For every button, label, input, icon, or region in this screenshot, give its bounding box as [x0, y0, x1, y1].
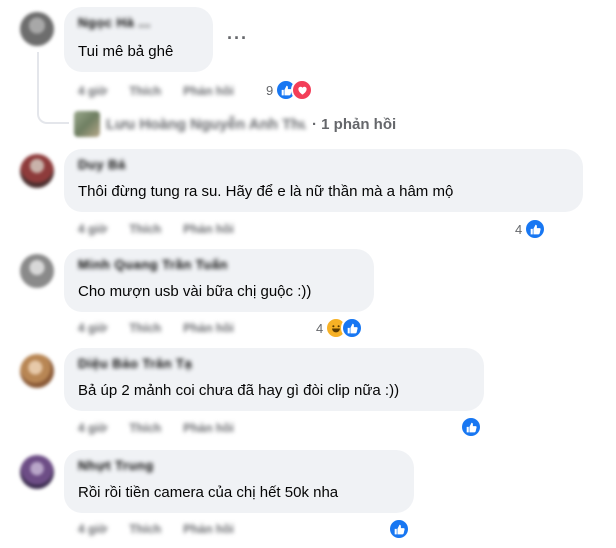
- comment-text: Cho mượn usb vài bữa chị guộc :)): [78, 283, 312, 300]
- comment-text: Rồi rồi tiền camera của chị hết 50k nha: [78, 484, 339, 501]
- avatar[interactable]: [20, 354, 54, 388]
- like-reaction-icon: [341, 317, 364, 339]
- reply-button[interactable]: Phản hồi: [183, 222, 234, 236]
- reply-button[interactable]: Phản hồi: [183, 421, 234, 435]
- like-button[interactable]: Thích: [129, 222, 161, 236]
- comment-actions: 4 giờ Thích Phản hồi: [78, 222, 234, 236]
- avatar[interactable]: [20, 455, 54, 489]
- comment-actions: 4 giờ Thích Phản hồi: [78, 522, 234, 536]
- comment-bubble: Minh Quang Trần Tuấn Cho mượn usb vài bữ…: [64, 249, 374, 312]
- reply-summary[interactable]: Lưu Hoàng Nguyễn Anh Thư · 1 phản hồi: [106, 116, 396, 133]
- reaction-summary[interactable]: [460, 416, 482, 438]
- comment-author[interactable]: Diệu Bảo Trân Tạ: [78, 356, 192, 371]
- reply-button[interactable]: Phản hồi: [183, 84, 234, 98]
- avatar[interactable]: [20, 12, 54, 46]
- comment-timestamp[interactable]: 4 giờ: [78, 84, 107, 98]
- comment-bubble: Ngọc Hà ... Tui mê bả ghê: [64, 7, 213, 72]
- comment-timestamp[interactable]: 4 giờ: [78, 222, 107, 236]
- comment-actions: 4 giờ Thích Phản hồi: [78, 321, 234, 335]
- like-button[interactable]: Thích: [129, 84, 161, 98]
- comment-author[interactable]: Minh Quang Trần Tuấn: [78, 257, 228, 272]
- like-button[interactable]: Thích: [129, 522, 161, 536]
- reply-thread-line: [37, 52, 69, 124]
- reaction-summary[interactable]: 4: [316, 317, 364, 339]
- comment-author[interactable]: Duy Bá: [78, 157, 126, 172]
- like-reaction-icon: [524, 218, 547, 240]
- comment-timestamp[interactable]: 4 giờ: [78, 522, 107, 536]
- comment-text: Tui mê bả ghê: [78, 43, 174, 60]
- reaction-count: 9: [266, 82, 274, 98]
- like-reaction-icon: [460, 416, 482, 438]
- like-button[interactable]: Thích: [129, 321, 161, 335]
- comment-bubble: Nhựt Trung Rồi rồi tiền camera của chị h…: [64, 450, 414, 513]
- comment-actions: 4 giờ Thích Phản hồi: [78, 84, 234, 98]
- comment-bubble: Diệu Bảo Trân Tạ Bả úp 2 mảnh coi chưa đ…: [64, 348, 484, 411]
- reaction-count: 4: [515, 221, 523, 237]
- avatar[interactable]: [20, 254, 54, 288]
- like-reaction-icon: [388, 518, 410, 540]
- comment-timestamp[interactable]: 4 giờ: [78, 421, 107, 435]
- reply-author: Lưu Hoàng Nguyễn Anh Thư: [106, 116, 306, 133]
- reaction-summary[interactable]: [388, 518, 410, 540]
- reply-button[interactable]: Phản hồi: [183, 321, 234, 335]
- reply-avatar[interactable]: [74, 111, 100, 137]
- comment-author[interactable]: Nhựt Trung: [78, 458, 154, 473]
- comment-timestamp[interactable]: 4 giờ: [78, 321, 107, 335]
- reaction-summary[interactable]: 4: [515, 218, 547, 240]
- comment-actions: 4 giờ Thích Phản hồi: [78, 421, 234, 435]
- reply-button[interactable]: Phản hồi: [183, 522, 234, 536]
- comment-bubble: Duy Bá Thôi đừng tung ra su. Hãy để e là…: [64, 149, 583, 212]
- avatar[interactable]: [20, 154, 54, 188]
- comment-text: Bả úp 2 mảnh coi chưa đã hay gì đòi clip…: [78, 382, 400, 399]
- reply-count: · 1 phản hồi: [312, 116, 397, 133]
- comment-author[interactable]: Ngọc Hà ...: [78, 15, 151, 30]
- comment-text: Thôi đừng tung ra su. Hãy để e là nữ thầ…: [78, 183, 454, 200]
- love-reaction-icon: [291, 79, 314, 101]
- more-options-icon[interactable]: ···: [227, 28, 248, 49]
- like-button[interactable]: Thích: [129, 421, 161, 435]
- reaction-count: 4: [316, 320, 324, 336]
- reaction-summary[interactable]: 9: [266, 79, 314, 101]
